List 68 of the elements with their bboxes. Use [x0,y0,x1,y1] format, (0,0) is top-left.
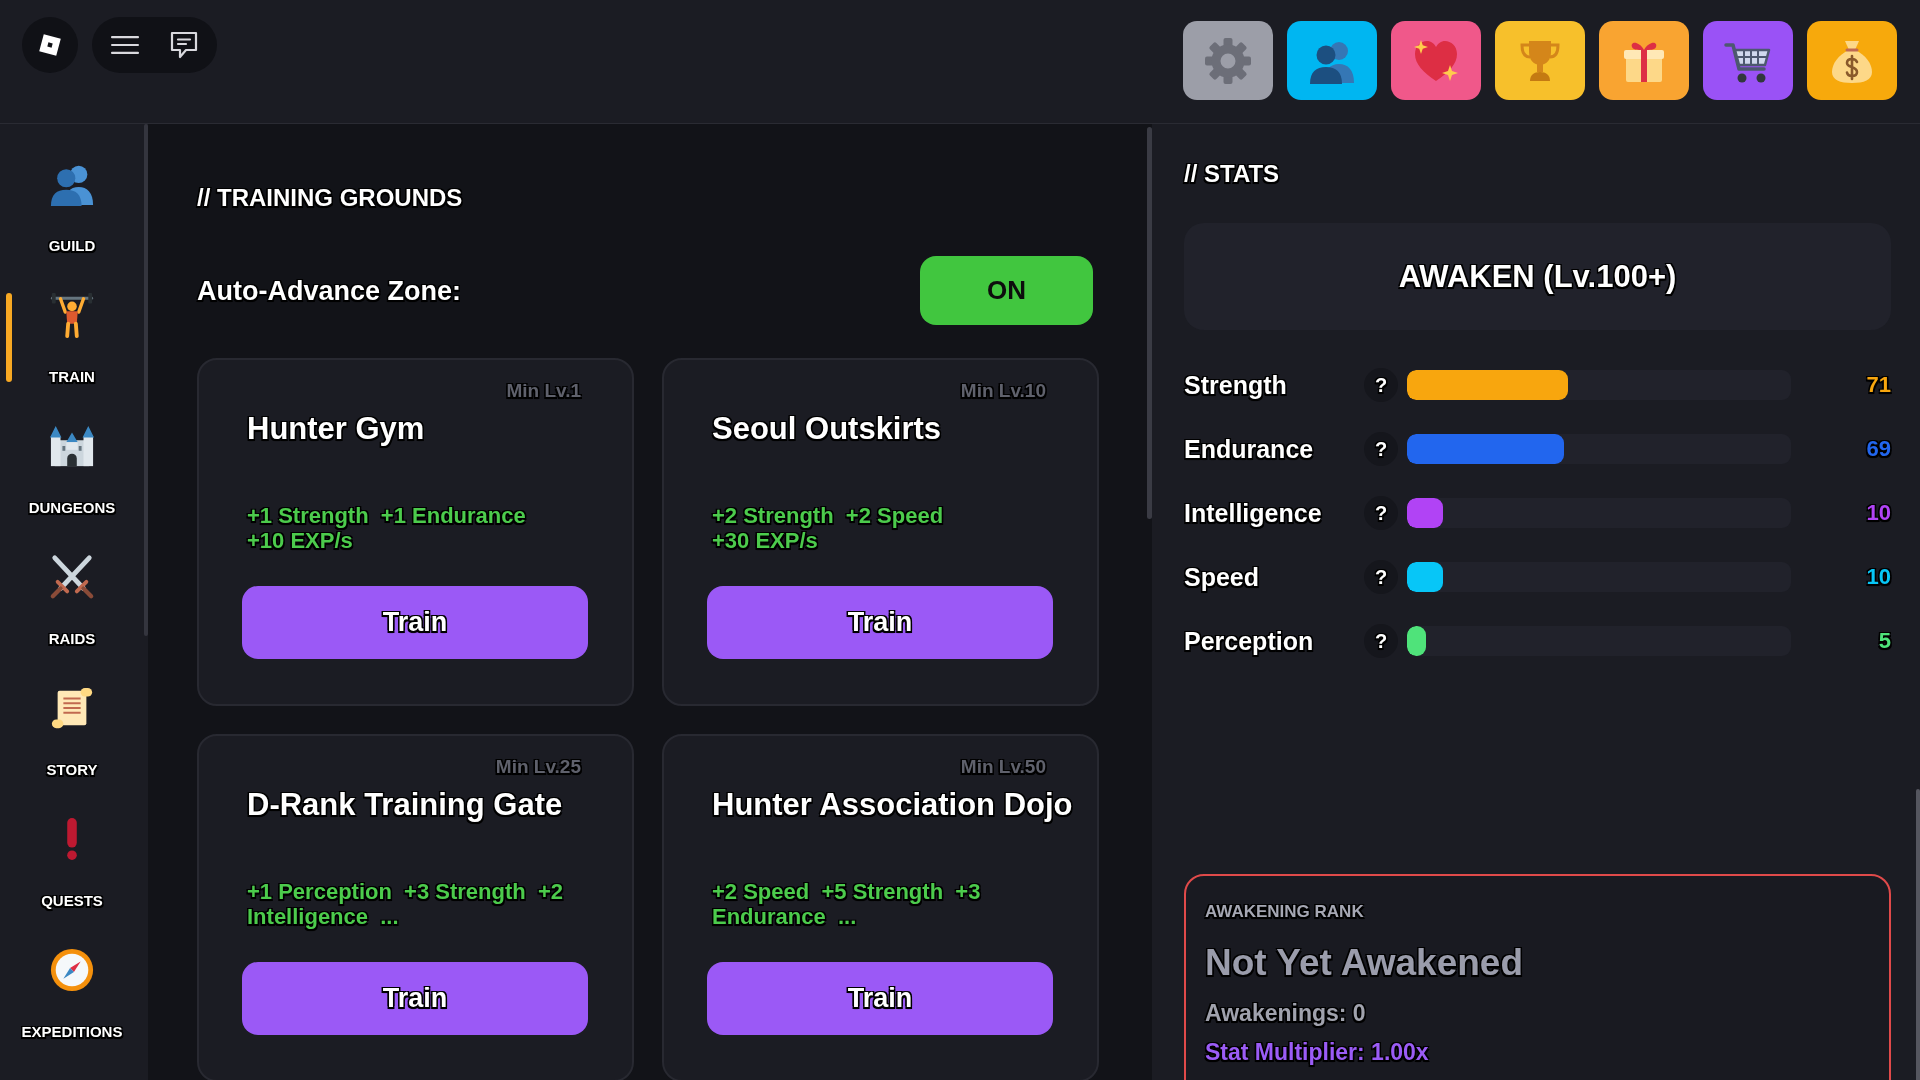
money-bag-button[interactable] [1807,21,1897,100]
sidebar-item[interactable]: RAIDS [0,537,144,668]
stat-value: 10 [1866,564,1891,590]
help-button[interactable]: ? [1364,496,1398,530]
auto-advance-label: Auto-Advance Zone: [197,274,461,307]
logo-button[interactable] [22,17,78,73]
cart-button[interactable] [1703,21,1793,100]
trophy-button[interactable] [1495,21,1585,100]
min-level-label: Min Lv.25 [495,756,581,778]
help-button[interactable]: ? [1364,624,1398,658]
chat-icon [170,31,198,59]
rank-label: AWAKENING RANK [1205,902,1364,922]
train-button[interactable]: Train [242,962,588,1035]
bonus-text: +2 Speed +5 Strength +3 Endurance ... [712,879,982,929]
section-title: // TRAINING GROUNDS [197,185,463,211]
scroll-icon [49,685,95,731]
sidebar-item[interactable]: DUNGEONS [0,406,144,537]
min-level-label: Min Lv.50 [960,756,1046,778]
awakenings-count: Awakenings: 0 [1205,1000,1366,1026]
stat-value: 71 [1866,372,1891,398]
stat-value: 69 [1866,436,1891,462]
weightlifter-icon [49,292,95,338]
bonus-text: +1 Strength +1 Endurance [247,503,526,528]
stat-label: Strength [1184,370,1287,400]
menu-icon [111,36,139,54]
toggle-button[interactable]: ON [920,256,1093,325]
exclamation-icon [67,818,77,860]
scrollbar-thumb[interactable] [1916,789,1920,1080]
crossed-swords-icon [49,554,95,600]
settings-button[interactable] [1183,21,1273,100]
sidebar-item[interactable]: EXPEDITIONS [0,930,144,1061]
section-title: // STATS [1184,161,1280,187]
help-button[interactable]: ? [1364,432,1398,466]
castle-icon [49,423,95,469]
stat-label: Endurance [1184,434,1314,464]
help-button[interactable]: ? [1364,560,1398,594]
zone-title: Hunter Association Dojo [712,788,1073,822]
bonus-text: +1 Perception +3 Strength +2 Intelligence ... [247,879,565,929]
stat-value: 5 [1878,628,1891,654]
train-button[interactable]: Train [707,962,1053,1035]
stat-label: Intelligence [1184,498,1322,528]
sidebar-item[interactable]: STORY [0,668,144,799]
awaken-button[interactable]: AWAKEN (Lv.100+) [1184,223,1891,330]
min-level-label: Min Lv.10 [960,380,1046,402]
stat-value: 10 [1866,500,1891,526]
zone-title: Hunter Gym [247,412,425,446]
stat-multiplier: Stat Multiplier: 1.00x [1205,1039,1429,1065]
rank-name: Not Yet Awakened [1205,942,1524,984]
stat-label: Perception [1184,626,1314,656]
exp-rate-text: +10 EXP/s [247,528,353,553]
min-level-label: Min Lv.1 [506,380,581,402]
help-button[interactable]: ? [1364,368,1398,402]
gift-button[interactable] [1599,21,1689,100]
compass-icon [49,947,95,993]
zone-title: D-Rank Training Gate [247,788,563,822]
train-button[interactable]: Train [242,586,588,659]
zone-title: Seoul Outskirts [712,412,942,446]
sidebar-item[interactable]: GUILD [0,144,144,275]
exp-rate-text: +30 EXP/s [712,528,818,553]
sidebar-item[interactable]: TRAIN [0,275,144,406]
gear-icon [1204,36,1252,85]
heart-button[interactable] [1391,21,1481,100]
bonus-text: +2 Strength +2 Speed [712,503,944,528]
stat-label: Speed [1184,562,1260,592]
scrollbar-thumb[interactable] [1147,127,1152,519]
sidebar-item[interactable]: QUESTS [0,799,144,930]
people-button[interactable] [1287,21,1377,100]
train-button[interactable]: Train [707,586,1053,659]
